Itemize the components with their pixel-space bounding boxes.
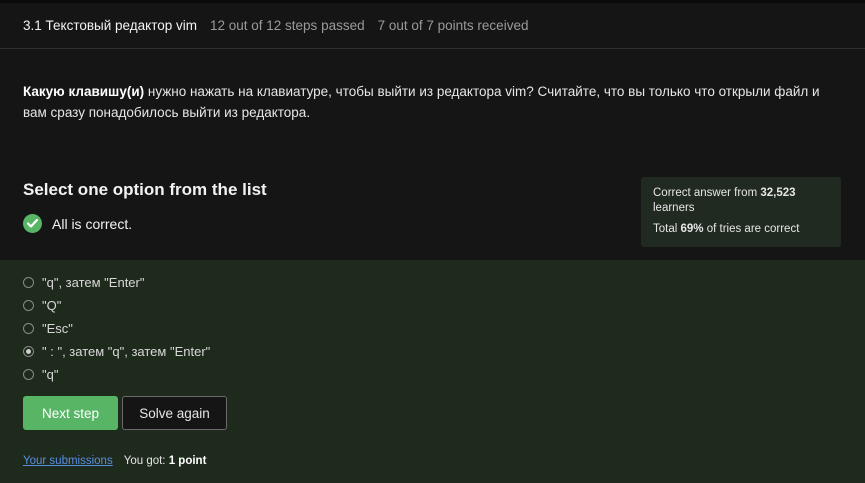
stats-tries-suffix: of tries are correct — [703, 223, 800, 235]
stats-panel: Correct answer from 32,523 learners Tota… — [641, 177, 841, 247]
option-2[interactable]: "Q" — [23, 297, 61, 313]
lesson-title[interactable]: 3.1 Текстовый редактор vim — [23, 18, 197, 33]
score-text: You got: 1 point — [124, 455, 207, 467]
stats-tries-prefix: Total — [653, 223, 681, 235]
radio-button[interactable] — [23, 276, 34, 288]
check-circle-icon — [23, 214, 42, 233]
your-submissions-link[interactable]: Your submissions — [23, 455, 113, 467]
option-5[interactable]: "q" — [23, 366, 58, 382]
radio-button[interactable] — [23, 299, 34, 311]
stats-tries: Total 69% of tries are correct — [653, 222, 829, 237]
solve-again-button[interactable]: Solve again — [122, 396, 227, 430]
option-4[interactable]: " : ", затем "q", затем "Enter" — [23, 343, 210, 359]
radio-button-selected[interactable] — [23, 345, 34, 357]
option-label: " : ", затем "q", затем "Enter" — [42, 343, 211, 359]
option-label: "q", затем "Enter" — [42, 274, 145, 290]
submission-footer: Your submissions You got: 1 point — [23, 455, 206, 467]
next-step-button[interactable]: Next step — [23, 396, 118, 430]
option-label: "Esc" — [42, 320, 73, 336]
task-title: Select one option from the list — [23, 180, 267, 199]
answers-area — [0, 260, 865, 483]
steps-progress: 12 out of 12 steps passed — [209, 18, 365, 33]
option-label: "q" — [42, 366, 59, 382]
stats-learners: Correct answer from 32,523 learners — [653, 186, 829, 216]
question-text: Какую клавишу(и) нужно нажать на клавиат… — [23, 82, 823, 123]
radio-button[interactable] — [23, 322, 34, 334]
feedback-text: All is correct. — [52, 215, 133, 232]
stats-learners-count: 32,523 — [760, 187, 796, 199]
points-progress: 7 out of 7 points received — [377, 18, 529, 33]
question-bold: Какую клавишу(и) — [23, 84, 145, 99]
stats-percent: 69% — [680, 223, 704, 235]
score-prefix: You got: — [123, 455, 169, 467]
option-3[interactable]: "Esc" — [23, 320, 73, 336]
stats-learners-prefix: Correct answer from — [653, 187, 761, 199]
option-label: "Q" — [42, 297, 62, 313]
option-1[interactable]: "q", затем "Enter" — [23, 274, 144, 290]
stats-learners-suffix: learners — [653, 202, 695, 214]
feedback-correct: All is correct. — [23, 214, 132, 233]
radio-button[interactable] — [23, 368, 34, 380]
score-value: 1 point — [168, 455, 207, 467]
lesson-header: 3.1 Текстовый редактор vim 12 out of 12 … — [0, 3, 865, 49]
